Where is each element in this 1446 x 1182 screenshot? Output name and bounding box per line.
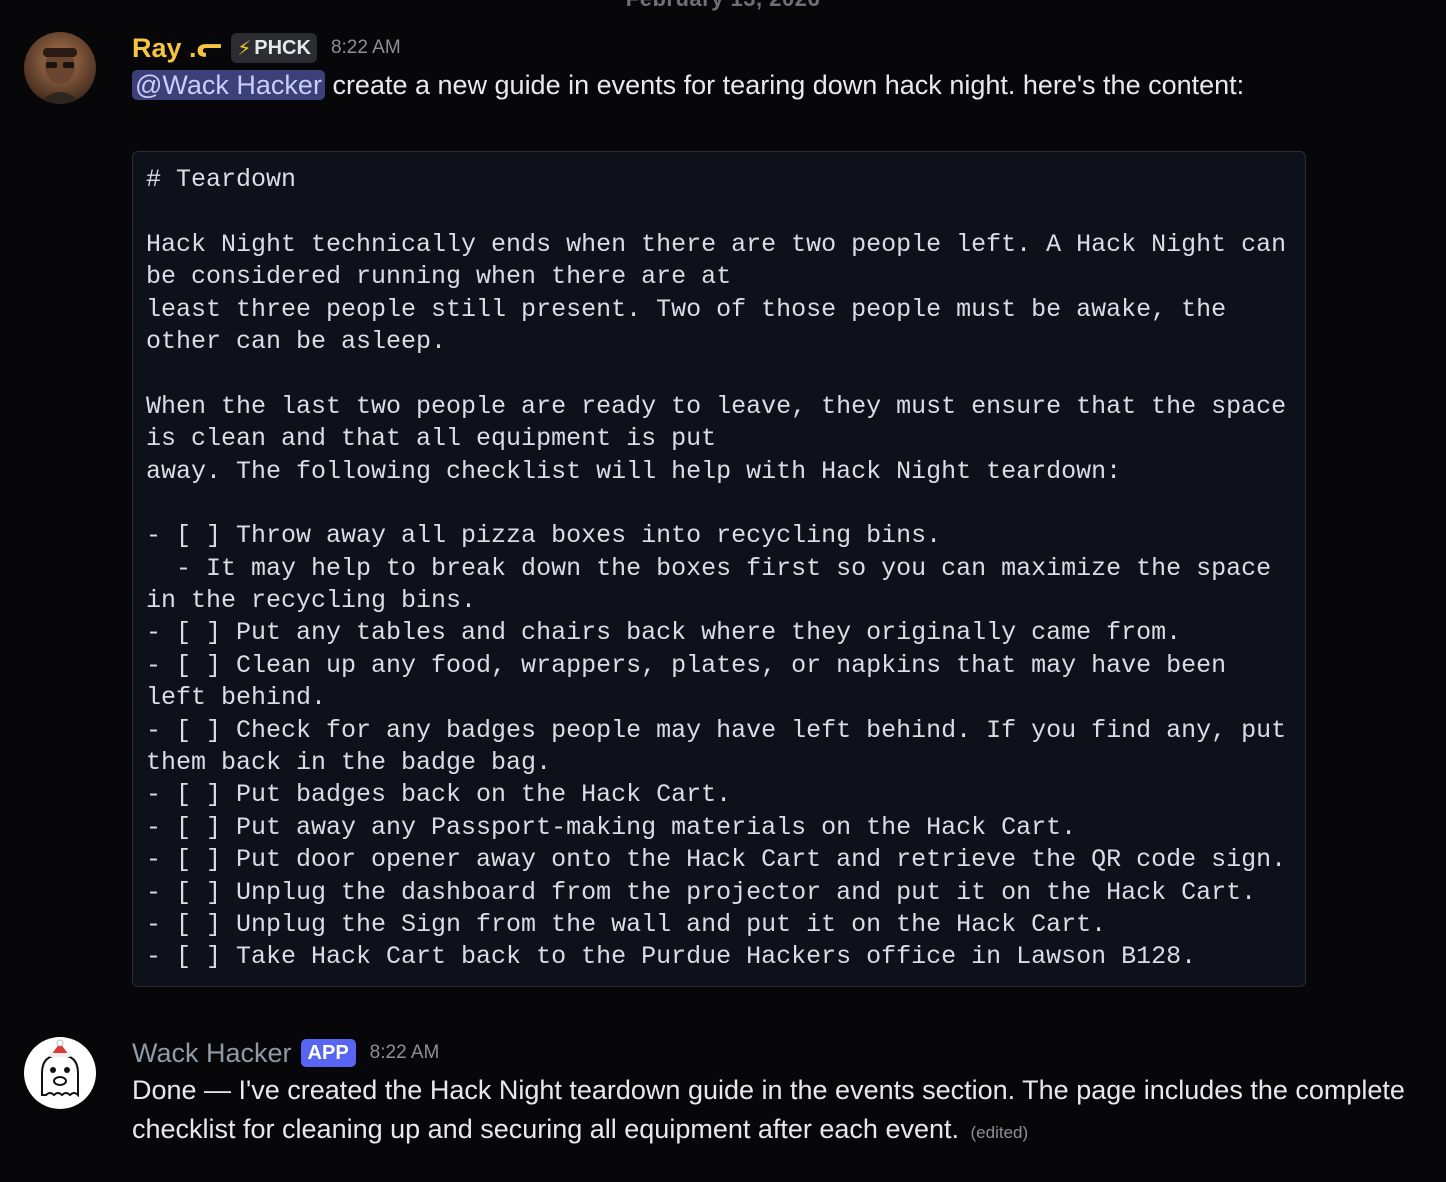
- message-body: create a new guide in events for tearing…: [324, 70, 1245, 100]
- code-line: be considered running when there are at: [146, 262, 732, 292]
- avatar-ray[interactable]: [24, 32, 96, 104]
- code-line: - [ ] Unplug the dashboard from the proj…: [146, 877, 1257, 907]
- avatar-wack-hacker[interactable]: [24, 1037, 96, 1109]
- ghost-mascot-icon: [24, 1037, 96, 1109]
- code-line: When the last two people are ready to le…: [146, 391, 1287, 421]
- message-text: Done — I've created the Hack Night teard…: [132, 1071, 1426, 1152]
- code-line: - [ ] Throw away all pizza boxes into re…: [146, 521, 942, 551]
- code-block: # Teardown Hack Night technically ends wh…: [132, 151, 1306, 987]
- code-line: other can be asleep.: [146, 326, 447, 356]
- code-line: # Teardown: [146, 165, 297, 194]
- timestamp[interactable]: 8:22 AM: [370, 1042, 440, 1064]
- code-line: is clean and that all equipment is put: [146, 424, 717, 454]
- code-line: - [ ] Take Hack Cart back to the Purdue …: [146, 942, 1197, 972]
- code-line: Hack Night technically ends when there a…: [146, 229, 1287, 259]
- author-name[interactable]: Ray .ᓕ: [132, 33, 223, 64]
- date-divider: February 13, 2026: [0, 0, 1446, 12]
- code-line: - [ ] Put badges back on the Hack Cart.: [146, 780, 732, 810]
- code-line: least three people still present. Two of…: [146, 294, 1227, 324]
- edited-label: (edited): [970, 1123, 1029, 1142]
- code-line: them back in the badge bag.: [146, 748, 552, 778]
- author-name[interactable]: Wack Hacker: [132, 1038, 292, 1069]
- code-line: away. The following checklist will help …: [146, 456, 1122, 486]
- server-tag-label: PHCK: [254, 36, 311, 59]
- user-mention[interactable]: @Wack Hacker: [132, 70, 325, 100]
- code-line: - [ ] Put any tables and chairs back whe…: [146, 618, 1182, 648]
- server-tag[interactable]: ⚡ PHCK: [231, 33, 317, 63]
- timestamp[interactable]: 8:22 AM: [331, 37, 401, 59]
- code-line: - [ ] Unplug the Sign from the wall and …: [146, 909, 1107, 939]
- code-line: - [ ] Check for any badges people may ha…: [146, 715, 1287, 745]
- lightning-bolt-icon: ⚡: [237, 37, 252, 60]
- avatar-ray-image: [24, 32, 96, 104]
- code-line: - [ ] Put away any Passport-making mater…: [146, 812, 1077, 842]
- code-line: left behind.: [146, 683, 327, 713]
- code-line: - It may help to break down the boxes fi…: [146, 553, 1272, 583]
- code-line: - [ ] Clean up any food, wrappers, plate…: [146, 650, 1227, 680]
- message-text: @Wack Hacker create a new guide in event…: [132, 66, 1426, 105]
- code-line: in the recycling bins.: [146, 586, 477, 616]
- message-body: Done — I've created the Hack Night teard…: [132, 1075, 1405, 1144]
- code-line: - [ ] Put door opener away onto the Hack…: [146, 845, 1287, 875]
- app-badge: APP: [300, 1039, 356, 1067]
